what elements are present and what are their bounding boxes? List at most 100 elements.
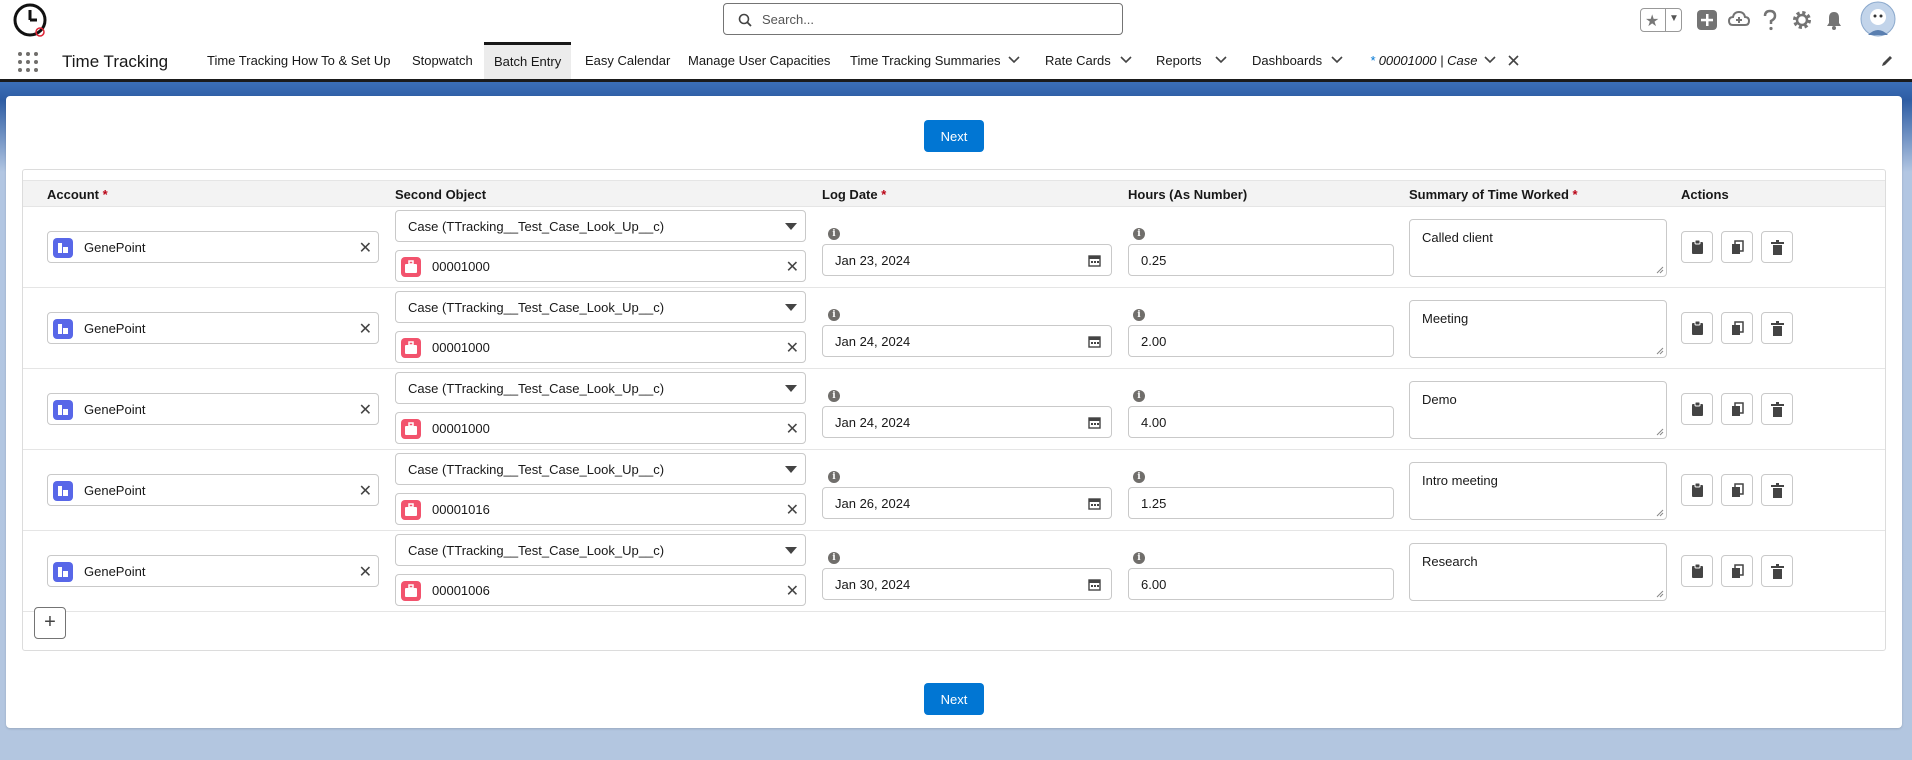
summary-textarea[interactable]: Demo — [1409, 381, 1667, 439]
add-row-button[interactable]: + — [34, 607, 66, 639]
info-icon[interactable]: i — [1133, 552, 1145, 564]
record-lookup[interactable]: 00001000 ✕ — [395, 250, 806, 282]
account-lookup[interactable]: GenePoint ✕ — [47, 231, 379, 263]
object-type-select[interactable]: Case (TTracking__Test_Case_Look_Up__c) — [395, 453, 806, 485]
log-date-input[interactable]: Jan 23, 2024 — [822, 244, 1112, 276]
chevron-down-icon[interactable] — [1215, 56, 1227, 64]
clone-button[interactable] — [1721, 474, 1753, 506]
info-icon[interactable]: i — [828, 228, 840, 240]
object-type-select[interactable]: Case (TTracking__Test_Case_Look_Up__c) — [395, 534, 806, 566]
clear-icon[interactable]: ✕ — [359, 400, 372, 420]
info-icon[interactable]: i — [1133, 471, 1145, 483]
nav-tab-record-case[interactable]: * 00001000 | Case — [1360, 42, 1487, 79]
nav-item-rate-cards[interactable]: Rate Cards — [1035, 42, 1121, 79]
clipboard-button[interactable] — [1681, 474, 1713, 506]
record-lookup[interactable]: 00001006 ✕ — [395, 574, 806, 606]
nav-item-dashboards[interactable]: Dashboards — [1242, 42, 1332, 79]
info-icon[interactable]: i — [828, 390, 840, 402]
hours-input[interactable]: 0.25 — [1128, 244, 1394, 276]
account-lookup[interactable]: GenePoint ✕ — [47, 474, 379, 506]
account-lookup[interactable]: GenePoint ✕ — [47, 555, 379, 587]
calendar-icon[interactable] — [1088, 497, 1101, 510]
cloud-help-icon[interactable] — [1727, 8, 1751, 32]
delete-button[interactable] — [1761, 231, 1793, 263]
delete-button[interactable] — [1761, 555, 1793, 587]
chevron-down-icon[interactable] — [1008, 56, 1020, 64]
nav-item-batch-entry[interactable]: Batch Entry — [484, 42, 572, 79]
favorites-button[interactable]: ★ ▼ — [1640, 8, 1682, 32]
resize-grip-icon[interactable] — [1656, 590, 1664, 598]
chevron-down-icon[interactable] — [1484, 56, 1496, 64]
bell-icon[interactable] — [1822, 8, 1846, 32]
clear-icon[interactable]: ✕ — [786, 581, 799, 601]
clone-button[interactable] — [1721, 393, 1753, 425]
nav-item-how-to-setup[interactable]: Time Tracking How To & Set Up — [197, 42, 401, 79]
clear-icon[interactable]: ✕ — [786, 257, 799, 277]
gear-icon[interactable] — [1790, 8, 1814, 32]
resize-grip-icon[interactable] — [1656, 509, 1664, 517]
account-lookup[interactable]: GenePoint ✕ — [47, 393, 379, 425]
summary-textarea[interactable]: Meeting — [1409, 300, 1667, 358]
chevron-down-icon[interactable] — [1120, 56, 1132, 64]
clone-button[interactable] — [1721, 312, 1753, 344]
nav-item-manage-user-capacities[interactable]: Manage User Capacities — [678, 42, 840, 79]
clipboard-button[interactable] — [1681, 312, 1713, 344]
delete-button[interactable] — [1761, 393, 1793, 425]
info-icon[interactable]: i — [828, 552, 840, 564]
log-date-input[interactable]: Jan 24, 2024 — [822, 325, 1112, 357]
global-search[interactable] — [723, 3, 1123, 35]
calendar-icon[interactable] — [1088, 416, 1101, 429]
object-type-select[interactable]: Case (TTracking__Test_Case_Look_Up__c) — [395, 210, 806, 242]
summary-textarea[interactable]: Research — [1409, 543, 1667, 601]
clear-icon[interactable]: ✕ — [359, 319, 372, 339]
question-icon[interactable] — [1758, 8, 1782, 32]
nav-item-time-tracking-summaries[interactable]: Time Tracking Summaries — [840, 42, 1011, 79]
close-icon[interactable] — [1508, 55, 1519, 66]
search-input[interactable] — [762, 9, 1112, 29]
clipboard-button[interactable] — [1681, 231, 1713, 263]
delete-button[interactable] — [1761, 312, 1793, 344]
log-date-input[interactable]: Jan 26, 2024 — [822, 487, 1112, 519]
edit-nav-icon[interactable] — [1881, 54, 1894, 67]
hours-input[interactable]: 2.00 — [1128, 325, 1394, 357]
clear-icon[interactable]: ✕ — [786, 500, 799, 520]
delete-button[interactable] — [1761, 474, 1793, 506]
clipboard-button[interactable] — [1681, 393, 1713, 425]
resize-grip-icon[interactable] — [1656, 428, 1664, 436]
nav-item-reports[interactable]: Reports — [1146, 42, 1212, 79]
hours-input[interactable]: 4.00 — [1128, 406, 1394, 438]
info-icon[interactable]: i — [1133, 309, 1145, 321]
chevron-down-icon[interactable]: ▼ — [1669, 13, 1679, 24]
chevron-down-icon[interactable] — [1331, 56, 1343, 64]
next-button-bottom[interactable]: Next — [924, 683, 984, 715]
clear-icon[interactable]: ✕ — [786, 338, 799, 358]
calendar-icon[interactable] — [1088, 578, 1101, 591]
hours-input[interactable]: 6.00 — [1128, 568, 1394, 600]
info-icon[interactable]: i — [828, 309, 840, 321]
info-icon[interactable]: i — [828, 471, 840, 483]
summary-textarea[interactable]: Intro meeting — [1409, 462, 1667, 520]
next-button-top[interactable]: Next — [924, 120, 984, 152]
resize-grip-icon[interactable] — [1656, 347, 1664, 355]
record-lookup[interactable]: 00001016 ✕ — [395, 493, 806, 525]
nav-item-easy-calendar[interactable]: Easy Calendar — [575, 42, 680, 79]
user-avatar-icon[interactable] — [1860, 1, 1896, 37]
record-lookup[interactable]: 00001000 ✕ — [395, 331, 806, 363]
clear-icon[interactable]: ✕ — [359, 238, 372, 258]
clone-button[interactable] — [1721, 231, 1753, 263]
log-date-input[interactable]: Jan 30, 2024 — [822, 568, 1112, 600]
clear-icon[interactable]: ✕ — [359, 481, 372, 501]
log-date-input[interactable]: Jan 24, 2024 — [822, 406, 1112, 438]
calendar-icon[interactable] — [1088, 335, 1101, 348]
info-icon[interactable]: i — [1133, 390, 1145, 402]
stopwatch-logo-icon[interactable] — [10, 2, 50, 40]
info-icon[interactable]: i — [1133, 228, 1145, 240]
nav-item-stopwatch[interactable]: Stopwatch — [402, 42, 483, 79]
add-icon[interactable] — [1695, 8, 1719, 32]
hours-input[interactable]: 1.25 — [1128, 487, 1394, 519]
clipboard-button[interactable] — [1681, 555, 1713, 587]
clear-icon[interactable]: ✕ — [359, 562, 372, 582]
record-lookup[interactable]: 00001000 ✕ — [395, 412, 806, 444]
object-type-select[interactable]: Case (TTracking__Test_Case_Look_Up__c) — [395, 372, 806, 404]
calendar-icon[interactable] — [1088, 254, 1101, 267]
